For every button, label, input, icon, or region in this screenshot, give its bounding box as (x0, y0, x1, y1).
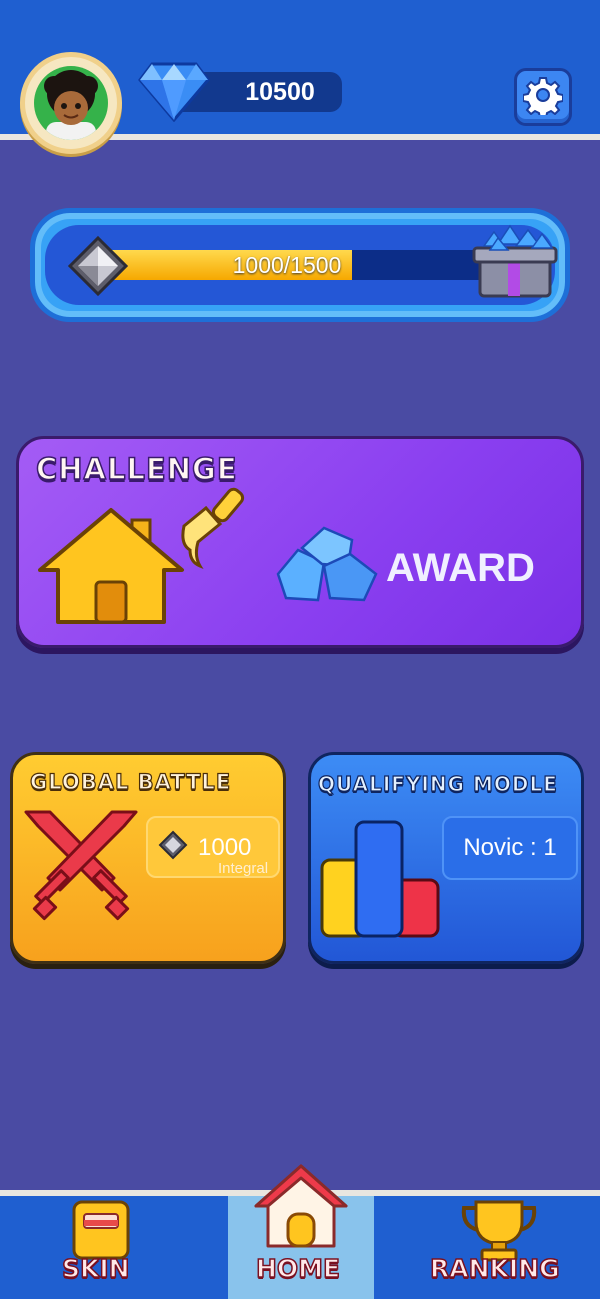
nav-ranking-label: RANKING (429, 1253, 560, 1284)
nav-skin[interactable]: SKIN (0, 1196, 228, 1299)
integral-score-box: 1000 Integral (146, 816, 280, 878)
progress-text: 1000/1500 (232, 252, 342, 278)
avatar-portrait (34, 66, 108, 140)
integral-label: Integral (218, 860, 269, 877)
nav-skin-label: SKIN (61, 1253, 130, 1284)
qualifying-title: QUALIFYING MODLE (317, 771, 558, 796)
nav-home-label: HOME (255, 1253, 341, 1284)
house-icon (36, 506, 186, 630)
gem-count: 10500 (245, 78, 315, 106)
paint-brush-icon (176, 486, 248, 572)
integral-value: 1000 (198, 834, 252, 861)
nav-ranking[interactable]: RANKING (374, 1196, 600, 1299)
settings-button[interactable] (514, 68, 572, 126)
gem-pile-icon (272, 522, 382, 606)
diamond-icon (138, 60, 210, 123)
gem-chest-icon[interactable] (468, 224, 560, 300)
silver-diamond-small-icon (158, 830, 188, 864)
crossed-swords-icon (22, 806, 140, 922)
challenge-title: CHALLENGE (35, 451, 238, 487)
nav-home[interactable]: HOME (228, 1160, 374, 1299)
home-icon (252, 1162, 350, 1254)
silver-diamond-icon (66, 234, 130, 298)
rank-badge: Novic : 1 (442, 816, 578, 880)
gear-icon (522, 75, 564, 119)
bar-chart-icon (318, 818, 442, 940)
global-battle-title: GLOBAL BATTLE (29, 769, 232, 794)
award-label: AWARD (386, 546, 535, 590)
player-avatar[interactable] (20, 52, 122, 154)
progress-bar: 1000/1500 (92, 250, 482, 280)
